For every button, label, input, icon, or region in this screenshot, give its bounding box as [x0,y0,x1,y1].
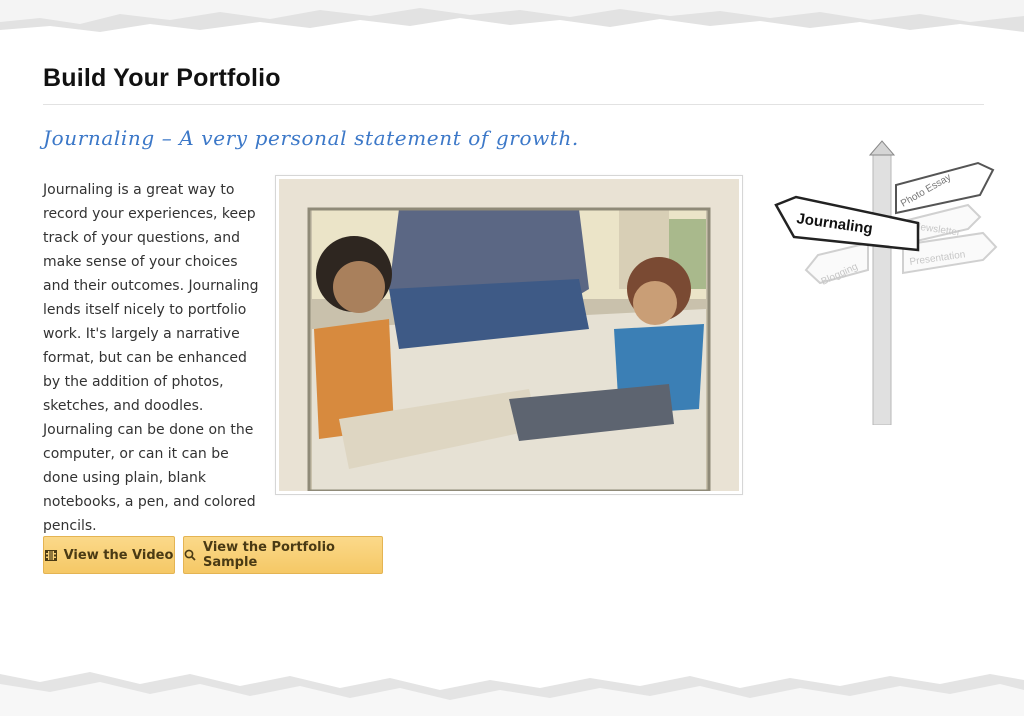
search-icon [184,549,196,561]
page: Build Your Portfolio Journaling – A very… [0,0,1024,716]
section-title: Build Your Portfolio [43,64,281,92]
view-portfolio-sample-label: View the Portfolio Sample [203,540,335,570]
film-icon [44,549,57,561]
view-video-button[interactable]: View the Video [43,536,175,574]
view-portfolio-sample-button[interactable]: View the Portfolio Sample [183,536,383,574]
title-divider [43,104,984,105]
section-body-text: Journaling is a great way to record your… [43,182,259,534]
view-video-label: View the Video [63,547,174,563]
dolls-photo-image [279,179,739,491]
journaling-photo [275,175,743,495]
torn-paper-bottom [0,626,1024,716]
section-subtitle: Journaling – A very personal statement o… [43,126,579,150]
signpost-illustration: Newsletter Presentation Blogging Photo E… [774,140,998,425]
